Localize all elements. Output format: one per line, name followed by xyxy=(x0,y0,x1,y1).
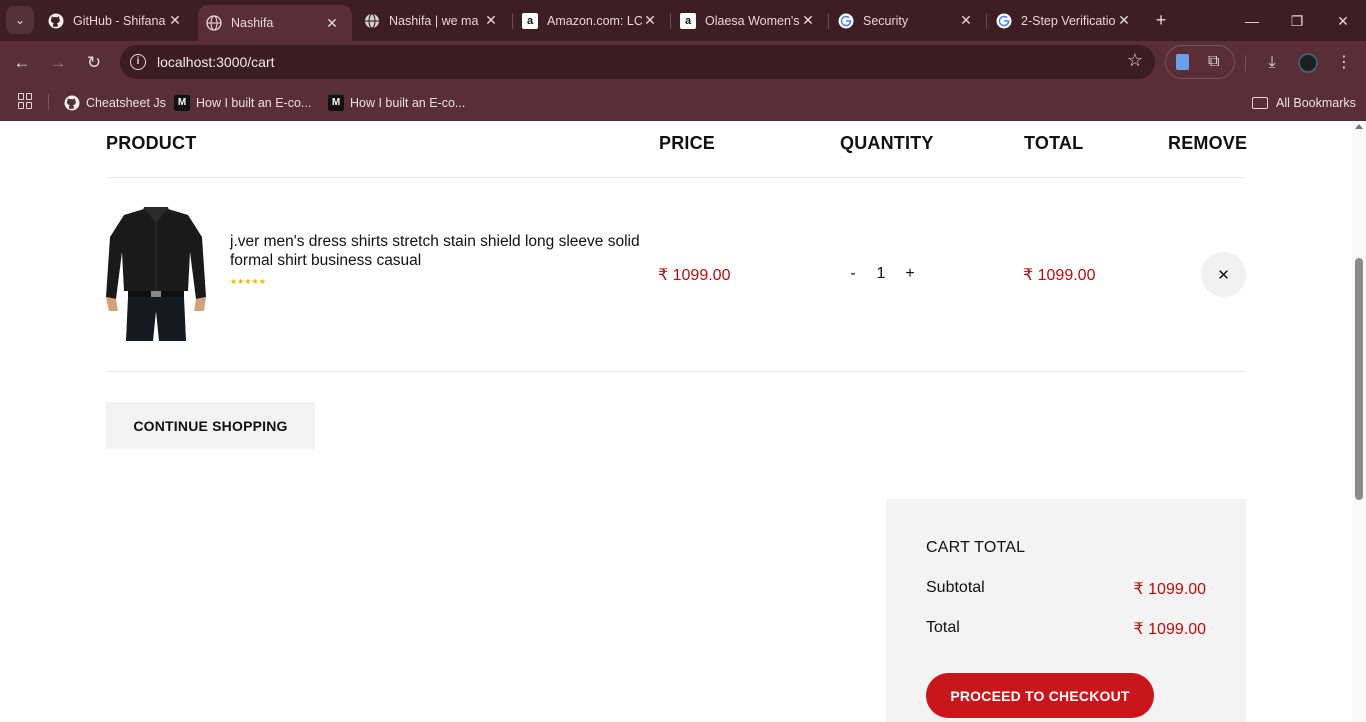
subtotal-value: ₹ 1099.00 xyxy=(1133,581,1206,598)
browser-toolbar: ← → ↻ i localhost:3000/cart ☆ ⧉ ⤓ ⋮ xyxy=(0,41,1366,84)
forward-arrow-icon[interactable]: → xyxy=(45,50,71,76)
tab-amazon-olaesa[interactable]: a Olaesa Women's ✕ xyxy=(672,0,828,41)
close-icon[interactable]: ✕ xyxy=(324,15,340,32)
cart-page: PRODUCT PRICE QUANTITY TOTAL REMOVE j.ve… xyxy=(0,121,1352,722)
amazon-icon: a xyxy=(522,12,538,29)
tab-separator xyxy=(670,13,671,29)
product-name[interactable]: j.ver men's dress shirts stretch stain s… xyxy=(230,232,640,270)
bookmark-label: How I built an E-co... xyxy=(350,95,466,110)
apps-grid-icon[interactable] xyxy=(18,93,34,109)
row-divider xyxy=(106,371,1246,372)
github-icon xyxy=(48,13,64,29)
github-icon xyxy=(64,95,80,111)
cart-total-title: CART TOTAL xyxy=(926,539,1026,556)
header-quantity: QUANTITY xyxy=(840,133,934,153)
close-icon[interactable]: ✕ xyxy=(800,12,816,29)
tab-google-2step[interactable]: 2-Step Verificatio ✕ xyxy=(988,0,1144,41)
extensions-group: ⧉ xyxy=(1165,45,1235,79)
quantity-value: 1 xyxy=(876,265,886,282)
tab-title: GitHub - Shifana xyxy=(73,13,166,28)
tab-amazon-lc[interactable]: a Amazon.com: LC ✕ xyxy=(514,0,670,41)
tab-separator xyxy=(512,13,513,29)
subtotal-label: Subtotal xyxy=(926,579,985,596)
restore-icon[interactable]: ❐ xyxy=(1285,10,1309,32)
tab-title: Amazon.com: LC xyxy=(547,13,642,28)
bookmarks-bar: Cheatsheet Js M How I built an E-co... M… xyxy=(0,84,1366,121)
total-label: Total xyxy=(926,619,960,636)
quantity-increase-button[interactable]: + xyxy=(903,265,917,283)
medium-icon: M xyxy=(328,94,344,111)
tab-title: Security xyxy=(863,13,909,28)
close-icon[interactable]: ✕ xyxy=(642,12,658,29)
star-rating: ★★★★★ xyxy=(230,277,266,286)
bookmark-label: Cheatsheet Js xyxy=(86,95,166,110)
tab-title: Olaesa Women's xyxy=(705,13,800,28)
header-price: PRICE xyxy=(659,133,716,153)
address-url[interactable]: localhost:3000/cart xyxy=(157,54,275,70)
amazon-icon: a xyxy=(680,12,696,29)
bookmark-star-icon[interactable]: ☆ xyxy=(1127,50,1143,71)
bookmark-ecommerce-2[interactable]: M How I built an E-co... xyxy=(328,84,465,121)
profile-avatar[interactable] xyxy=(1298,53,1318,73)
total-value: ₹ 1099.00 xyxy=(1133,621,1206,638)
item-total: ₹ 1099.00 xyxy=(1023,267,1096,284)
proceed-to-checkout-button[interactable]: PROCEED TO CHECKOUT xyxy=(926,673,1154,718)
tab-separator xyxy=(986,13,987,29)
bookmark-ecommerce-1[interactable]: M How I built an E-co... xyxy=(174,84,311,121)
tab-title: Nashifa | we ma xyxy=(389,13,479,28)
page-scrollbar[interactable] xyxy=(1352,121,1366,722)
kebab-menu-icon[interactable]: ⋮ xyxy=(1331,50,1357,76)
header-total: TOTAL xyxy=(1024,133,1084,153)
minimize-icon[interactable]: — xyxy=(1240,10,1264,32)
all-bookmarks-label: All Bookmarks xyxy=(1276,95,1356,110)
tab-nashifa-we-make[interactable]: Nashifa | we ma ✕ xyxy=(356,0,511,41)
close-icon: ✕ xyxy=(1217,266,1230,284)
tab-search-chevron-icon[interactable]: ⌄ xyxy=(6,6,34,34)
address-bar[interactable]: i localhost:3000/cart ☆ xyxy=(120,45,1155,79)
tab-google-security[interactable]: Security ✕ xyxy=(830,0,986,41)
quantity-decrease-button[interactable]: - xyxy=(846,265,860,283)
close-icon[interactable]: ✕ xyxy=(483,12,499,29)
remove-item-button[interactable]: ✕ xyxy=(1201,252,1246,297)
reload-icon[interactable]: ↻ xyxy=(81,50,107,76)
toolbar-separator xyxy=(1245,55,1246,71)
scrollbar-thumb[interactable] xyxy=(1355,258,1363,500)
document-extension-icon[interactable] xyxy=(1176,54,1189,70)
scroll-up-arrow-icon[interactable] xyxy=(1355,124,1363,129)
tab-separator xyxy=(828,13,829,29)
tab-strip: ⌄ GitHub - Shifana ✕ Nashifa ✕ Nashifa |… xyxy=(0,0,1366,41)
close-icon[interactable]: ✕ xyxy=(958,12,974,29)
header-divider xyxy=(106,177,1246,178)
continue-shopping-button[interactable]: CONTINUE SHOPPING xyxy=(106,402,315,449)
header-product: PRODUCT xyxy=(106,133,197,153)
tab-title: Nashifa xyxy=(231,16,274,30)
tab-nashifa-active[interactable]: Nashifa ✕ xyxy=(198,5,352,41)
cart-total-panel: CART TOTAL Subtotal ₹ 1099.00 Total ₹ 10… xyxy=(886,499,1246,722)
site-info-icon[interactable]: i xyxy=(130,54,146,70)
close-icon[interactable]: ✕ xyxy=(167,12,183,29)
all-bookmarks[interactable]: All Bookmarks xyxy=(1252,84,1356,121)
close-icon[interactable]: ✕ xyxy=(1116,12,1132,29)
bookmark-label: How I built an E-co... xyxy=(196,95,312,110)
window-close-icon[interactable]: ✕ xyxy=(1331,10,1355,32)
google-icon xyxy=(838,13,854,29)
globe-icon xyxy=(364,12,380,29)
globe-icon xyxy=(206,15,222,31)
google-icon xyxy=(996,13,1012,29)
folder-icon xyxy=(1252,96,1268,109)
new-tab-plus-icon[interactable]: + xyxy=(1150,10,1172,32)
product-image[interactable] xyxy=(106,207,206,341)
download-icon[interactable]: ⤓ xyxy=(1259,50,1285,76)
tab-title: 2-Step Verificatio xyxy=(1021,13,1116,28)
medium-icon: M xyxy=(174,94,190,111)
bookmark-cheatsheet[interactable]: Cheatsheet Js xyxy=(64,84,166,121)
item-price: ₹ 1099.00 xyxy=(658,267,731,284)
back-arrow-icon[interactable]: ← xyxy=(9,50,35,76)
header-remove: REMOVE xyxy=(1168,133,1248,153)
tab-github-shifana[interactable]: GitHub - Shifana ✕ xyxy=(40,0,195,41)
puzzle-extension-icon[interactable]: ⧉ xyxy=(1208,53,1219,71)
bookmark-separator xyxy=(48,94,49,110)
